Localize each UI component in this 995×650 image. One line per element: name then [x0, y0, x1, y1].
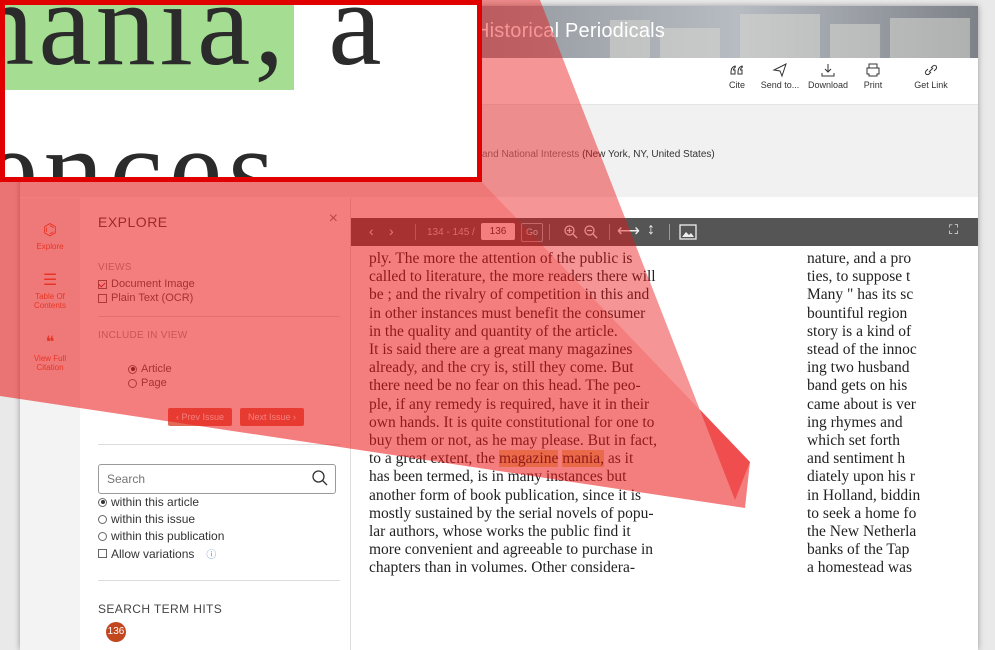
fullscreen-icon[interactable]: ⛶ — [949, 222, 958, 238]
close-icon[interactable]: × — [329, 210, 338, 228]
download-button[interactable]: Download — [806, 62, 850, 90]
checkbox[interactable] — [98, 293, 107, 303]
radio[interactable] — [128, 378, 137, 388]
highlighted-line: to a great extent, the magazine mania, a… — [369, 450, 634, 468]
binoculars-icon: ⌬ — [43, 222, 57, 239]
search-hits-badge[interactable]: 136 — [106, 622, 126, 642]
checkbox-checked[interactable] — [98, 279, 107, 289]
help-icon[interactable]: ⓘ — [206, 546, 216, 561]
zoom-inset: mania, a tences — [0, 0, 482, 182]
separator — [549, 224, 550, 240]
go-button[interactable]: Go — [521, 223, 543, 242]
banner-title: Historical Periodicals — [475, 20, 666, 42]
explore-title: EXPLORE — [98, 214, 168, 230]
radio[interactable] — [98, 514, 107, 524]
search-input[interactable] — [105, 471, 309, 487]
rail-explore-button[interactable]: ⌬ Explore — [20, 220, 80, 251]
view-document-image-option[interactable]: Document Image — [98, 278, 195, 290]
next-page-icon[interactable]: › — [389, 223, 394, 239]
include-label: INCLUDE IN VIEW — [98, 330, 188, 341]
prev-issue-button[interactable]: ‹ Prev Issue — [168, 408, 233, 426]
search-field[interactable] — [98, 464, 336, 494]
source-line: and National Interests (New York, NY, Un… — [482, 149, 715, 160]
scope-article-option[interactable]: within this article — [98, 495, 199, 509]
include-page-option[interactable]: Page — [128, 377, 167, 389]
scope-issue-option[interactable]: within this issue — [98, 512, 195, 526]
list-icon: ☰ — [42, 272, 58, 289]
explore-panel: EXPLORE × VIEWS Document Image Plain Tex… — [80, 198, 351, 650]
search-icon[interactable] — [311, 469, 329, 487]
get-link-button[interactable]: Get Link — [910, 62, 952, 90]
fit-width-icon[interactable]: ⟷ — [617, 221, 640, 241]
send-to-button[interactable]: Send to... — [758, 62, 802, 90]
print-button[interactable]: Print — [858, 62, 888, 90]
zoom-line-2: tences — [5, 103, 281, 182]
print-icon — [866, 63, 880, 77]
checkbox[interactable] — [98, 549, 107, 558]
radio[interactable] — [98, 531, 107, 541]
views-label: VIEWS — [98, 262, 132, 273]
left-rail: ⌬ Explore ☰ Table Of Contents ❝ View Ful… — [20, 198, 81, 650]
zoom-in-icon[interactable] — [563, 224, 579, 240]
radio-selected[interactable] — [98, 497, 107, 507]
download-icon — [821, 64, 835, 77]
rail-citation-button[interactable]: ❝ View Full Citation — [20, 332, 80, 372]
image-icon[interactable] — [679, 224, 697, 240]
search-hit[interactable]: mania, — [562, 450, 604, 468]
next-issue-button[interactable]: Next Issue › — [240, 408, 305, 426]
include-article-option[interactable]: Article — [128, 363, 172, 375]
cite-button[interactable]: Cite — [723, 62, 751, 90]
app-root: Historical Periodicals Cite Send to... D… — [0, 0, 995, 650]
separator — [415, 224, 416, 240]
separator — [609, 224, 610, 240]
scope-publication-option[interactable]: within this publication — [98, 529, 224, 543]
prev-page-icon[interactable]: ‹ — [369, 223, 374, 239]
link-icon — [924, 64, 938, 76]
rail-toc-button[interactable]: ☰ Table Of Contents — [20, 270, 80, 310]
article-column-right: nature, and a pro ties, to suppose t Man… — [807, 250, 921, 577]
page-number-input[interactable]: 136 — [481, 223, 515, 240]
zoom-highlighted-word: mania, — [5, 5, 295, 90]
zoom-line-1: mania, a — [5, 5, 385, 93]
divider — [98, 580, 340, 581]
allow-variations-option[interactable]: Allow variations ⓘ — [98, 546, 216, 561]
quote-icon — [730, 65, 744, 75]
search-hits-label: SEARCH TERM HITS — [98, 602, 223, 616]
divider — [98, 316, 340, 317]
viewer-toolbar: ‹ › 134 - 145 / 136 Go ⟷ ↕ ⛶ — [351, 218, 978, 246]
page-viewer: ‹ › 134 - 145 / 136 Go ⟷ ↕ ⛶ ply. The mo… — [351, 198, 978, 650]
view-plain-text-option[interactable]: Plain Text (OCR) — [98, 292, 193, 304]
divider — [98, 444, 340, 445]
send-icon — [772, 63, 787, 78]
page-range: 134 - 145 / — [427, 227, 475, 238]
radio-selected[interactable] — [128, 364, 137, 374]
search-hit[interactable]: magazine — [498, 450, 559, 468]
separator — [669, 224, 670, 240]
article-column-left: ply. The more the attention of the publi… — [369, 250, 657, 577]
quote-icon: ❝ — [45, 334, 55, 351]
zoom-out-icon[interactable] — [583, 224, 599, 240]
fit-height-icon[interactable]: ↕ — [647, 221, 655, 239]
